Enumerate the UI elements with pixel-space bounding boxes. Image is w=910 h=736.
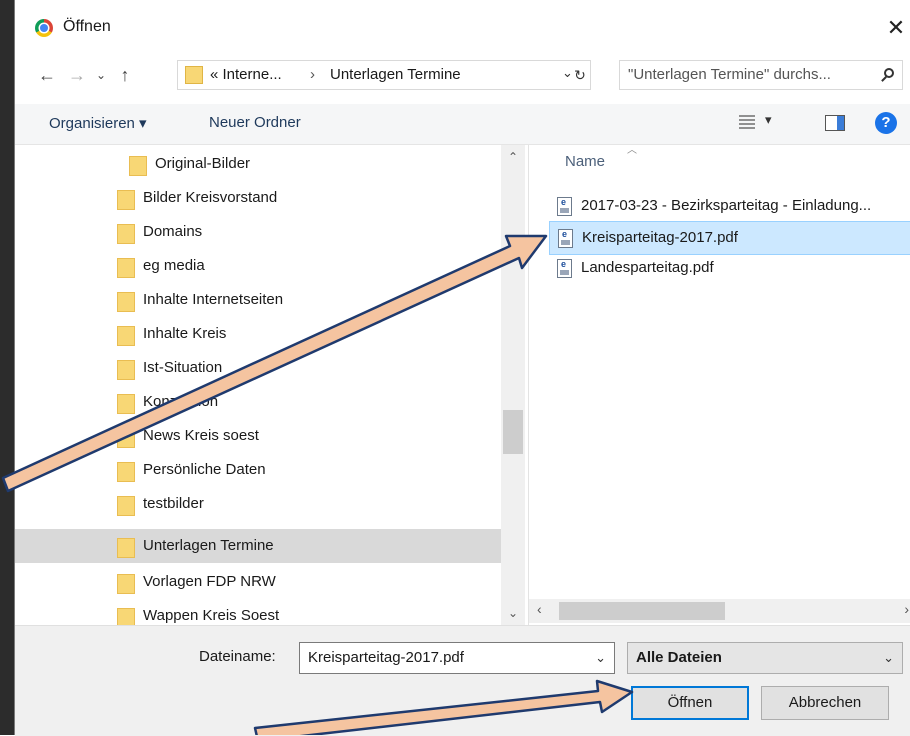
search-input[interactable]: "Unterlagen Termine" durchs... (619, 60, 903, 90)
tree-item-label: Unterlagen Termine (143, 537, 274, 554)
refresh-icon[interactable]: ↻ (569, 60, 591, 90)
tree-item-label: Konzeption (143, 393, 219, 410)
folder-icon (117, 462, 135, 482)
sort-ascending-icon: ︿ (627, 145, 637, 156)
address-bar[interactable]: « Interne... › Unterlagen Termine ⌄ (177, 60, 591, 90)
breadcrumb-separator[interactable]: › (310, 66, 315, 83)
close-icon[interactable]: ✕ (881, 10, 910, 46)
folder-icon (117, 292, 135, 312)
pdf-file-icon (557, 197, 572, 216)
open-file-dialog: Öffnen ✕ ← → ⌄ ↑ « Interne... › Unterlag… (14, 0, 910, 736)
folder-icon (117, 574, 135, 594)
tree-item-label: Vorlagen FDP NRW (143, 573, 276, 590)
tree-item-label: Persönliche Daten (143, 461, 266, 478)
folder-icon (117, 326, 135, 346)
tree-item-news-kreis-soest[interactable]: News Kreis soest (15, 419, 501, 453)
up-arrow-icon[interactable]: ↑ (113, 62, 137, 88)
tree-item-original-bilder[interactable]: Original-Bilder (15, 147, 501, 181)
tree-item-inhalte-internetseiten[interactable]: Inhalte Internetseiten (15, 283, 501, 317)
tree-item-label: News Kreis soest (143, 427, 259, 444)
scroll-up-icon[interactable]: ⌃ (501, 147, 525, 167)
recent-locations-chevron-icon[interactable]: ⌄ (93, 62, 109, 88)
chevron-down-icon[interactable]: ⌄ (595, 650, 606, 666)
filetype-select[interactable]: Alle Dateien ⌄ (627, 642, 903, 674)
forward-arrow-icon[interactable]: → (65, 62, 89, 88)
pane-divider[interactable] (528, 145, 529, 625)
tree-item-wappen-kreis-soest[interactable]: Wappen Kreis Soest (15, 599, 501, 625)
search-icon[interactable] (884, 68, 894, 78)
filetype-value: Alle Dateien (636, 649, 722, 666)
file-item-label: Landesparteitag.pdf (581, 259, 714, 276)
tree-item-unterlagen-termine[interactable]: Unterlagen Termine (15, 529, 501, 563)
tree-item-testbilder[interactable]: testbilder (15, 487, 501, 521)
tree-item-label: Bilder Kreisvorstand (143, 189, 278, 206)
folder-icon (117, 360, 135, 380)
folder-icon (185, 66, 203, 84)
file-item-landesparteitag[interactable]: Landesparteitag.pdf (549, 252, 910, 286)
file-item-bezirksparteitag[interactable]: 2017-03-23 - Bezirksparteitag - Einladun… (549, 190, 910, 224)
cancel-button[interactable]: Abbrechen (761, 686, 889, 720)
file-item-kreisparteitag[interactable]: Kreisparteitag-2017.pdf (549, 221, 910, 255)
breadcrumb-parent[interactable]: « Interne... (210, 66, 282, 83)
tree-item-ist-situation[interactable]: Ist-Situation (15, 351, 501, 385)
folder-tree-scrollbar[interactable]: ⌃ ⌄ (501, 145, 525, 625)
tree-item-domains[interactable]: Domains (15, 215, 501, 249)
scrollbar-thumb[interactable] (559, 602, 725, 620)
file-item-label: Kreisparteitag-2017.pdf (582, 229, 738, 246)
help-icon[interactable]: ? (875, 112, 897, 134)
tree-item-persoenliche-daten[interactable]: Persönliche Daten (15, 453, 501, 487)
filename-label: Dateiname: (199, 648, 276, 665)
background-window-edge (0, 0, 14, 735)
dialog-footer: Dateiname: Kreisparteitag-2017.pdf ⌄ All… (15, 625, 910, 736)
tree-item-label: Ist-Situation (143, 359, 223, 376)
folder-icon (117, 608, 135, 625)
pdf-file-icon (557, 259, 572, 278)
filename-input[interactable]: Kreisparteitag-2017.pdf ⌄ (299, 642, 615, 674)
tree-item-label: testbilder (143, 495, 204, 512)
organize-menu-button[interactable]: Organisieren ▾ (49, 114, 147, 132)
scrollbar-thumb[interactable] (503, 410, 523, 454)
scroll-right-icon[interactable]: › (904, 601, 909, 617)
folder-icon (117, 428, 135, 448)
back-arrow-icon[interactable]: ← (35, 62, 59, 88)
scroll-down-icon[interactable]: ⌄ (501, 603, 525, 623)
folder-icon (129, 156, 147, 176)
tree-item-eg-media[interactable]: eg media (15, 249, 501, 283)
tree-item-label: Wappen Kreis Soest (143, 607, 280, 624)
folder-icon (117, 394, 135, 414)
folder-icon (117, 258, 135, 278)
chrome-icon (35, 19, 53, 37)
column-header-name[interactable]: Name (565, 153, 605, 170)
breadcrumb-current[interactable]: Unterlagen Termine (330, 66, 461, 83)
file-list-scrollbar[interactable]: ‹ › (529, 599, 910, 623)
preview-pane-icon[interactable] (825, 115, 845, 131)
view-options-icon[interactable] (739, 115, 755, 129)
tree-item-bilder-kreisvorstand[interactable]: Bilder Kreisvorstand (15, 181, 501, 215)
search-placeholder: "Unterlagen Termine" durchs... (628, 66, 831, 83)
folder-icon (117, 190, 135, 210)
tree-item-label: Inhalte Kreis (143, 325, 227, 342)
tree-item-konzeption[interactable]: Konzeption (15, 385, 501, 419)
tree-item-inhalte-kreis[interactable]: Inhalte Kreis (15, 317, 501, 351)
folder-icon (117, 224, 135, 244)
tree-item-label: Domains (143, 223, 203, 240)
folder-tree: Original-Bilder Bilder Kreisvorstand Dom… (15, 145, 501, 625)
folder-icon (117, 496, 135, 516)
open-button[interactable]: Öffnen (631, 686, 749, 720)
command-toolbar: Organisieren ▾ Neuer Ordner ▾ ? (15, 104, 910, 145)
tree-item-label: eg media (143, 257, 205, 274)
title-bar: Öffnen ✕ (15, 0, 910, 60)
filename-value[interactable]: Kreisparteitag-2017.pdf (308, 649, 464, 666)
pdf-file-icon (558, 229, 573, 248)
chevron-down-icon[interactable]: ⌄ (883, 650, 894, 666)
new-folder-button[interactable]: Neuer Ordner (209, 114, 301, 131)
view-dropdown-icon[interactable]: ▾ (765, 112, 772, 128)
scroll-left-icon[interactable]: ‹ (537, 601, 542, 617)
folder-icon (117, 538, 135, 558)
dialog-title: Öffnen (63, 18, 111, 35)
tree-item-vorlagen-fdp-nrw[interactable]: Vorlagen FDP NRW (15, 565, 501, 599)
tree-item-label: Original-Bilder (155, 155, 251, 172)
tree-item-label: Inhalte Internetseiten (143, 291, 284, 308)
file-item-label: 2017-03-23 - Bezirksparteitag - Einladun… (581, 197, 872, 214)
